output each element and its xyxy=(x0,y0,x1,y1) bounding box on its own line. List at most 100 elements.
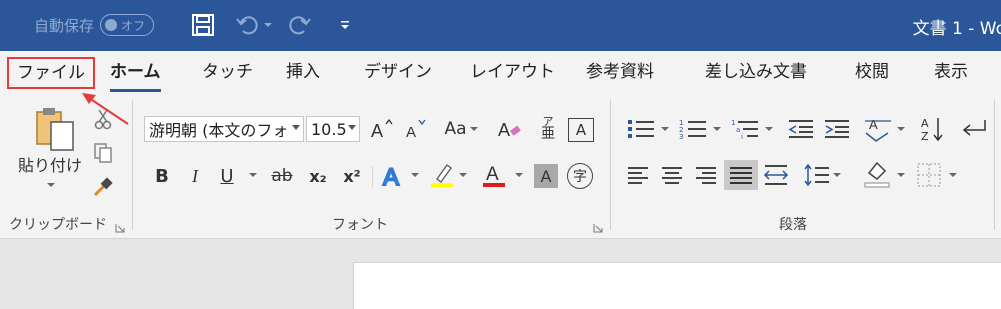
borders-icon[interactable] xyxy=(914,160,944,190)
sort-icon[interactable]: AZ xyxy=(918,114,946,144)
change-case-label: Aa xyxy=(444,119,467,139)
tab-home[interactable]: ホーム xyxy=(110,57,161,92)
line-spacing-icon[interactable] xyxy=(802,162,832,188)
highlight-dropdown-icon[interactable] xyxy=(458,170,468,180)
change-case-button[interactable]: Aa xyxy=(440,116,482,142)
svg-text:A: A xyxy=(371,121,383,140)
save-icon[interactable] xyxy=(190,12,216,38)
autosave-state: オフ xyxy=(121,18,146,33)
svg-text:i: i xyxy=(741,133,743,140)
cut-icon[interactable] xyxy=(92,106,114,132)
customize-qat-icon[interactable] xyxy=(332,12,358,38)
highlight-icon[interactable] xyxy=(428,160,456,190)
tab-touch[interactable]: タッチ xyxy=(202,57,253,87)
font-name-combo[interactable]: 游明朝 (本文のフォ xyxy=(144,116,304,142)
undo-dropdown-icon[interactable] xyxy=(262,12,274,38)
strikethrough-button[interactable]: ab xyxy=(268,162,296,190)
paragraph-group-label: 段落 xyxy=(779,217,807,233)
grow-font-icon[interactable]: A xyxy=(368,116,394,142)
borders-dropdown-icon[interactable] xyxy=(948,170,958,180)
phonetic-guide-button[interactable]: ア 亜 xyxy=(536,111,560,145)
numbering-dropdown-icon[interactable] xyxy=(712,124,722,134)
underline-dropdown-icon[interactable] xyxy=(248,170,258,180)
numbering-icon[interactable]: 123 xyxy=(676,116,710,142)
show-formatting-marks-icon[interactable] xyxy=(958,114,988,144)
superscript-button[interactable]: x² xyxy=(338,162,366,190)
svg-text:A: A xyxy=(498,120,510,140)
tab-review[interactable]: 校閲 xyxy=(855,57,889,87)
document-title: 文書 1 - Wo xyxy=(912,19,1001,39)
paste-button[interactable]: 貼り付け xyxy=(14,152,86,176)
undo-icon[interactable] xyxy=(234,12,260,38)
autosave-control[interactable]: 自動保存 オフ xyxy=(34,10,155,40)
font-launcher-icon[interactable] xyxy=(593,218,603,233)
shading-dropdown-icon[interactable] xyxy=(896,170,906,180)
bullets-dropdown-icon[interactable] xyxy=(660,124,670,134)
document-page[interactable] xyxy=(353,262,1001,309)
align-right-icon[interactable] xyxy=(692,162,720,188)
phonetic-guide-bottom: 亜 xyxy=(541,125,555,142)
justify-icon[interactable] xyxy=(724,160,758,190)
group-separator xyxy=(610,100,611,230)
inline-separator xyxy=(372,166,373,188)
font-size-combo[interactable]: 10.5 xyxy=(306,116,360,142)
tab-file[interactable]: ファイル xyxy=(7,57,95,89)
ribbon: 貼り付け クリップボード 游明朝 (本文のフォ 10.5 A A Aa A ア … xyxy=(0,94,1001,239)
underline-button[interactable]: U xyxy=(215,162,239,190)
bullets-icon[interactable] xyxy=(624,116,658,142)
line-spacing-dropdown-icon[interactable] xyxy=(832,170,842,180)
bold-button[interactable]: B xyxy=(150,162,174,190)
svg-text:3: 3 xyxy=(679,133,683,140)
clear-formatting-icon[interactable]: A xyxy=(496,114,526,144)
format-painter-icon[interactable] xyxy=(92,174,114,200)
increase-indent-icon[interactable] xyxy=(822,116,852,142)
multilevel-list-icon[interactable]: 1ai xyxy=(728,116,762,142)
group-separator xyxy=(994,100,995,230)
paste-dropdown-icon[interactable] xyxy=(46,180,56,190)
align-center-icon[interactable] xyxy=(658,162,686,188)
change-case-dropdown-icon xyxy=(469,127,478,131)
tab-mailings[interactable]: 差し込み文書 xyxy=(705,57,807,87)
group-separator xyxy=(132,100,133,230)
tab-references[interactable]: 参考資料 xyxy=(586,57,654,87)
font-size-dropdown-icon xyxy=(348,125,356,130)
text-direction-dropdown-icon[interactable] xyxy=(896,124,906,134)
distributed-icon[interactable] xyxy=(762,162,790,188)
font-group-label: フォント xyxy=(332,217,388,233)
svg-text:A: A xyxy=(921,117,929,130)
multilevel-list-dropdown-icon[interactable] xyxy=(764,124,774,134)
text-effects-icon[interactable]: A xyxy=(380,160,408,190)
tab-view[interactable]: 表示 xyxy=(934,57,968,87)
redo-icon[interactable] xyxy=(287,12,313,38)
ribbon-tabs: ファイル ホーム タッチ 挿入 デザイン レイアウト 参考資料 差し込み文書 校… xyxy=(0,51,1001,94)
shading-icon[interactable] xyxy=(862,158,892,190)
character-border-button[interactable]: A xyxy=(568,118,594,142)
title-bar: 自動保存 オフ 文書 1 - Wo xyxy=(0,0,1001,51)
italic-button[interactable]: I xyxy=(183,162,207,190)
text-effects-dropdown-icon[interactable] xyxy=(410,170,420,180)
font-size-value: 10.5 xyxy=(311,119,347,139)
tab-layout[interactable]: レイアウト xyxy=(470,57,555,87)
clipboard-group-label: クリップボード xyxy=(9,217,107,233)
svg-text:A: A xyxy=(869,117,878,132)
svg-text:Z: Z xyxy=(921,130,929,143)
enclose-characters-button[interactable]: 字 xyxy=(567,163,593,189)
svg-text:A: A xyxy=(486,164,499,185)
clipboard-launcher-icon[interactable] xyxy=(115,218,125,233)
text-direction-icon[interactable]: A xyxy=(862,114,894,144)
font-name-dropdown-icon xyxy=(292,125,300,130)
character-shading-button[interactable]: A xyxy=(534,164,558,188)
copy-icon[interactable] xyxy=(92,140,114,166)
tab-insert[interactable]: 挿入 xyxy=(286,57,320,87)
align-left-icon[interactable] xyxy=(624,162,652,188)
subscript-button[interactable]: x₂ xyxy=(304,162,332,190)
font-color-dropdown-icon[interactable] xyxy=(514,170,524,180)
decrease-indent-icon[interactable] xyxy=(786,116,816,142)
svg-text:1: 1 xyxy=(731,119,735,127)
shrink-font-icon[interactable]: A xyxy=(402,116,428,142)
tab-design[interactable]: デザイン xyxy=(364,57,432,87)
autosave-toggle[interactable]: オフ xyxy=(100,14,155,36)
paste-icon[interactable] xyxy=(28,106,80,152)
svg-text:A: A xyxy=(383,164,399,189)
font-color-button[interactable]: A xyxy=(480,160,508,190)
